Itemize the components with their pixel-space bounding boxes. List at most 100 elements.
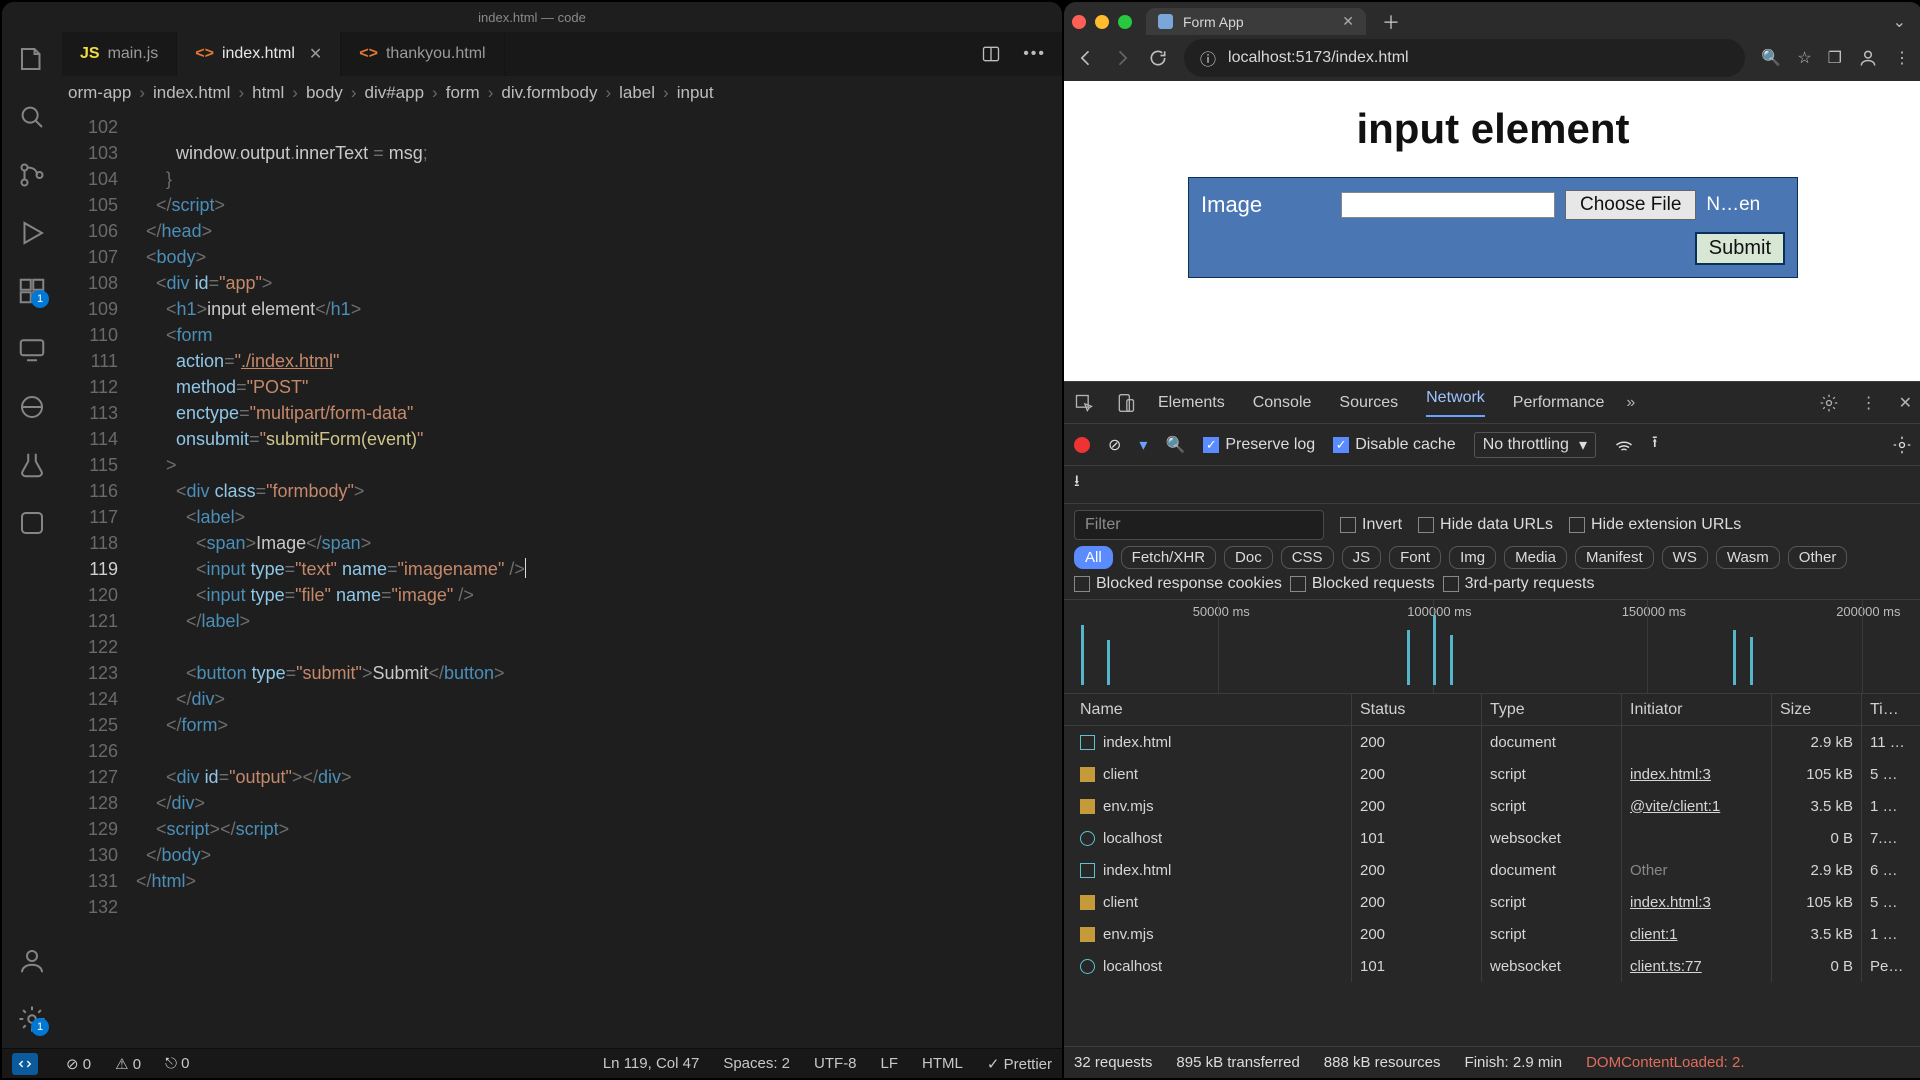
type-filter-chip[interactable]: All [1074,546,1113,569]
clear-log-icon[interactable]: ⊘ [1108,435,1121,455]
breadcrumb-segment[interactable]: div#app [364,83,424,103]
breadcrumb-segment[interactable]: html [252,83,284,103]
breadcrumb-segment[interactable]: div.formbody [501,83,597,103]
remote-icon[interactable] [17,334,47,364]
hide-extension-urls-checkbox[interactable]: Hide extension URLs [1569,516,1741,534]
remote-indicator-icon[interactable] [12,1053,38,1075]
status-warnings[interactable]: ⚠ 0 [115,1055,141,1073]
breadcrumb-segment[interactable]: form [446,83,480,103]
third-party-checkbox[interactable]: 3rd-party requests [1443,575,1595,593]
device-toolbar-icon[interactable] [1116,393,1136,413]
tab-dropdown-icon[interactable]: ⌄ [1893,12,1914,32]
breadcrumb-segment[interactable]: index.html [153,83,230,103]
initiator-cell[interactable] [1622,822,1772,854]
source-control-icon[interactable] [17,160,47,190]
accounts-icon[interactable] [17,946,47,976]
run-debug-icon[interactable] [17,218,47,248]
network-row[interactable]: env.mjs 200 script client:1 3.5 kB 1 … [1064,918,1920,950]
new-tab-button[interactable]: ＋ [1376,9,1406,35]
initiator-cell[interactable] [1622,726,1772,758]
status-language[interactable]: HTML [922,1055,963,1072]
status-encoding[interactable]: UTF-8 [814,1055,857,1072]
editor-tab[interactable]: <>index.html✕ [177,32,341,76]
devtools-tab[interactable]: Elements [1158,394,1225,412]
choose-file-button[interactable]: Choose File [1565,190,1696,220]
preserve-log-checkbox[interactable]: ✓Preserve log [1203,436,1315,454]
status-prettier[interactable]: ✓ Prettier [987,1055,1052,1073]
extensions-puzzle-icon[interactable]: ❐ [1828,48,1842,68]
devtools-menu-icon[interactable]: ⋮ [1861,393,1877,413]
zoom-icon[interactable]: 🔍 [1761,48,1781,68]
disable-cache-checkbox[interactable]: ✓Disable cache [1333,436,1456,454]
hide-data-urls-checkbox[interactable]: Hide data URLs [1418,516,1553,534]
breadcrumb-segment[interactable]: body [306,83,343,103]
browser-menu-icon[interactable]: ⋮ [1894,48,1910,68]
devtools-tab[interactable]: Console [1253,394,1312,412]
editor-tab[interactable]: <>thankyou.html [341,32,504,76]
devtools-tab[interactable]: Performance [1513,394,1605,412]
type-filter-chip[interactable]: Font [1389,546,1441,569]
network-settings-icon[interactable] [1892,435,1912,455]
close-tab-icon[interactable]: ✕ [309,44,322,64]
devtools-close-icon[interactable]: ✕ [1899,393,1912,413]
more-actions-icon[interactable]: ••• [1023,45,1046,63]
status-indent[interactable]: Spaces: 2 [723,1055,790,1072]
inspect-element-icon[interactable] [1074,393,1094,413]
status-cursor-pos[interactable]: Ln 119, Col 47 [603,1055,699,1072]
network-row[interactable]: localhost 101 websocket client.ts:77 0 B… [1064,950,1920,982]
type-filter-chip[interactable]: WS [1662,546,1708,569]
status-ports[interactable]: ⎋ 0 [165,1055,189,1072]
type-filter-chip[interactable]: Fetch/XHR [1121,546,1216,569]
initiator-cell[interactable]: Other [1622,854,1772,886]
network-row[interactable]: localhost 101 websocket 0 B 7.… [1064,822,1920,854]
network-row[interactable]: index.html 200 document 2.9 kB 11 … [1064,726,1920,758]
search-network-icon[interactable]: 🔍 [1165,435,1185,455]
type-filter-chip[interactable]: Img [1449,546,1496,569]
blocked-requests-checkbox[interactable]: Blocked requests [1290,575,1435,593]
table-header[interactable]: Size [1772,694,1862,725]
submit-button[interactable]: Submit [1695,232,1785,265]
record-button[interactable] [1074,437,1090,453]
breadcrumb-segment[interactable]: orm-app [68,83,131,103]
profile-icon[interactable] [1858,48,1878,68]
table-header[interactable]: Ti… [1862,694,1920,725]
table-header[interactable]: Initiator [1622,694,1772,725]
sidebar-extra-icon[interactable] [17,508,47,538]
explorer-icon[interactable] [17,44,47,74]
site-info-icon[interactable]: ⓘ [1200,46,1216,70]
network-row[interactable]: client 200 script index.html:3 105 kB 5 … [1064,758,1920,790]
docker-icon[interactable] [17,392,47,422]
initiator-cell[interactable]: index.html:3 [1622,886,1772,918]
devtools-tab[interactable]: Network [1426,389,1485,417]
code-editor[interactable]: window.output.innerText = msg; } </scrip… [136,110,1062,1048]
devtools-tab[interactable]: Sources [1339,394,1398,412]
type-filter-chip[interactable]: Other [1788,546,1848,569]
extensions-icon[interactable]: 1 [17,276,47,306]
browser-tab[interactable]: Form App ✕ [1146,8,1366,35]
back-icon[interactable] [1076,48,1096,68]
search-icon[interactable] [17,102,47,132]
network-conditions-icon[interactable] [1614,435,1634,455]
close-tab-icon[interactable]: ✕ [1342,13,1354,30]
network-row[interactable]: index.html 200 document Other 2.9 kB 6 … [1064,854,1920,886]
initiator-cell[interactable]: client:1 [1622,918,1772,950]
initiator-cell[interactable]: client.ts:77 [1622,950,1772,982]
type-filter-chip[interactable]: JS [1342,546,1382,569]
invert-checkbox[interactable]: Invert [1340,516,1402,534]
breadcrumb[interactable]: orm-app›index.html›html›body›div#app›for… [62,76,1062,110]
initiator-cell[interactable]: @vite/client:1 [1622,790,1772,822]
type-filter-chip[interactable]: CSS [1281,546,1334,569]
settings-gear-icon[interactable]: 1 [17,1004,47,1034]
network-timeline[interactable]: 50000 ms100000 ms150000 ms200000 ms [1064,600,1920,694]
breadcrumb-segment[interactable]: input [677,83,714,103]
table-header[interactable]: Status [1352,694,1482,725]
editor-tab[interactable]: JSmain.js [62,32,177,76]
devtools-settings-icon[interactable] [1819,393,1839,413]
more-tabs-icon[interactable]: » [1626,394,1635,412]
reload-icon[interactable] [1148,48,1168,68]
blocked-cookies-checkbox[interactable]: Blocked response cookies [1074,575,1282,593]
bookmark-star-icon[interactable]: ☆ [1797,48,1811,68]
network-row[interactable]: env.mjs 200 script @vite/client:1 3.5 kB… [1064,790,1920,822]
type-filter-chip[interactable]: Media [1504,546,1567,569]
imagename-input[interactable] [1341,192,1555,218]
